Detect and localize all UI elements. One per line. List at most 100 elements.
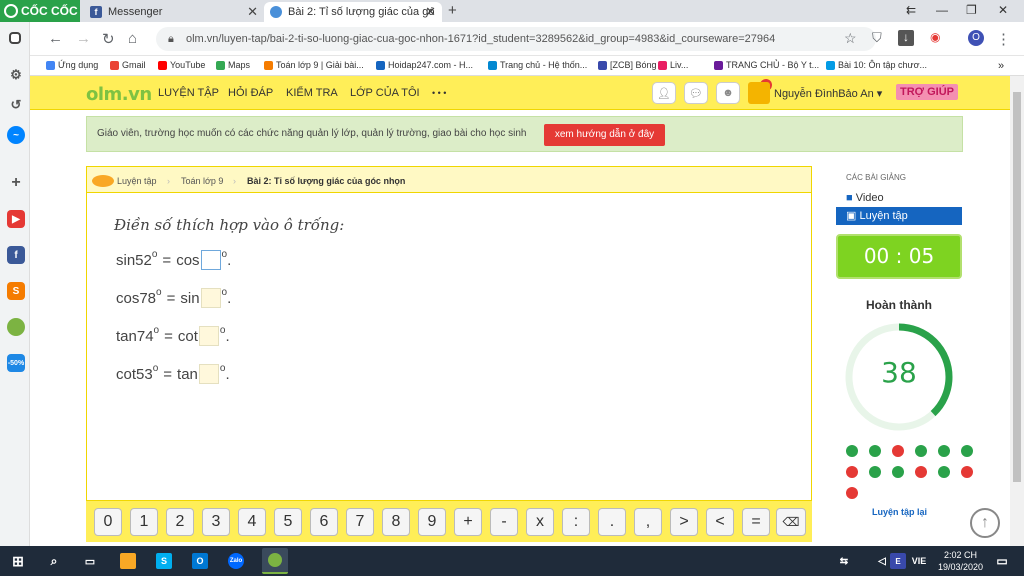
action-center-icon[interactable]: ▭ [994,553,1010,569]
youtube-icon[interactable]: ▶ [7,210,25,228]
bookmark-bo-y-te[interactable]: TRANG CHỦ - Bộ Y t... [714,60,819,70]
result-dot-green[interactable] [869,445,881,457]
result-dot-green[interactable] [869,466,881,478]
bookmark-on-tap[interactable]: Bài 10: Ôn tập chươ... [826,60,927,70]
retry-link[interactable]: Luyện tập lại [872,507,927,517]
key-3[interactable]: 3 [202,508,230,536]
key-plus[interactable]: + [454,508,482,536]
chat-icon[interactable]: 💬︎ [684,82,708,104]
lesson-video[interactable]: ■ Video [836,189,962,207]
download-icon[interactable]: ↓ [898,30,914,46]
bookmark-trang-chu[interactable]: Trang chủ - Hệ thốn... [488,60,587,70]
bookmark-apps[interactable]: Ứng dụng [46,60,98,70]
notification-icon[interactable]: ☻ [716,82,740,104]
lesson-luyen-tap[interactable]: ▣ Luyện tập [836,207,962,225]
key-equals[interactable]: = [742,508,770,536]
bookmark-maps[interactable]: Maps [216,60,250,70]
outlook-icon[interactable]: O [192,553,208,569]
key-1[interactable]: 1 [130,508,158,536]
key-minus[interactable]: - [490,508,518,536]
guide-button[interactable]: xem hướng dẫn ở đây [544,124,665,146]
zalo-icon[interactable]: Zalo [228,553,244,569]
answer-input[interactable] [200,250,221,270]
result-dot-red[interactable] [892,445,904,457]
bookmark-live[interactable]: Liv... [658,60,688,70]
history-icon[interactable]: ↺ [7,96,25,114]
reload-icon[interactable]: ↻ [102,30,115,48]
url-input[interactable]: 🔒︎ olm.vn/luyen-tap/bai-2-ti-so-luong-gi… [156,27,876,51]
tab-search-icon[interactable]: ⇇ [906,3,916,17]
result-dot-red[interactable] [846,466,858,478]
answer-input[interactable] [200,288,221,308]
result-dot-green[interactable] [961,445,973,457]
restore-icon[interactable]: ❐ [966,3,977,17]
bookmark-star-icon[interactable]: ☆ [844,30,857,47]
menu-hoi-dap[interactable]: HỎI ĐÁP [228,87,273,99]
site-logo[interactable]: olm.vn [86,84,152,105]
menu-more[interactable]: • • • [432,88,446,98]
result-dot-red[interactable] [961,466,973,478]
network-icon[interactable]: ⇆ [836,553,852,569]
result-dot-green[interactable] [938,466,950,478]
minimize-icon[interactable]: — [936,3,948,17]
key-4[interactable]: 4 [238,508,266,536]
key-divide[interactable]: : [562,508,590,536]
key-less[interactable]: < [706,508,734,536]
messenger-icon[interactable]: ~ [7,126,25,144]
user-avatar[interactable] [748,82,770,104]
windows-start-icon[interactable]: ⊞ [10,553,26,569]
bookmark-toan-lop-9[interactable]: Toán lớp 9 | Giải bài... [264,60,364,70]
answer-input[interactable] [198,364,219,384]
breadcrumb-toan-lop-9[interactable]: Toán lớp 9 [181,176,223,186]
volume-icon[interactable]: ◁ [874,553,890,569]
coccoc-menu-button[interactable]: CỐC CỐC [0,0,80,22]
result-dot-green[interactable] [915,445,927,457]
help-button[interactable]: TRỢ GIÚP [896,84,958,100]
close-tab-icon[interactable]: ✕ [247,4,258,20]
result-dot-green[interactable] [892,466,904,478]
scroll-top-icon[interactable]: ↑ [970,508,1000,538]
key-multiply[interactable]: x [526,508,554,536]
home-icon[interactable]: ⌂ [128,30,137,47]
tiki-icon[interactable]: -50% [7,354,25,372]
sidebar-toggle-icon[interactable] [9,32,21,44]
add-friend-icon[interactable]: 👤︎ [652,82,676,104]
task-view-icon[interactable]: ▭ [82,553,98,569]
menu-luyen-tap[interactable]: LUYỆN TẬP [158,87,219,99]
add-icon[interactable]: + [7,174,25,192]
facebook-icon[interactable]: f [7,246,25,264]
forward-icon[interactable]: → [76,30,91,47]
language-indicator[interactable]: VIE [908,553,930,569]
shopee-icon[interactable]: S [7,282,25,300]
coccoc-extension-icon[interactable] [7,318,25,336]
bookmark-zcb[interactable]: [ZCB] Bóng [598,60,657,70]
scrollbar-thumb[interactable] [1013,92,1021,482]
key-greater[interactable]: > [670,508,698,536]
settings-icon[interactable]: ⚙ [7,66,25,84]
key-2[interactable]: 2 [166,508,194,536]
key-comma[interactable]: , [634,508,662,536]
new-tab-icon[interactable]: + [448,2,457,19]
bookmark-hoidap247[interactable]: Hoidap247.com - H... [376,60,473,70]
result-dot-red[interactable] [915,466,927,478]
file-explorer-icon[interactable] [120,553,136,569]
menu-lop-cua-toi[interactable]: LỚP CỦA TÔI [350,87,420,99]
menu-icon[interactable]: ⋮ [996,30,1011,48]
key-6[interactable]: 6 [310,508,338,536]
key-0[interactable]: 0 [94,508,122,536]
shield-icon[interactable]: ⛉ [872,30,882,46]
page-scrollbar[interactable] [1010,76,1024,546]
menu-kiem-tra[interactable]: KIỂM TRA [286,87,338,99]
result-dot-green[interactable] [938,445,950,457]
username-menu[interactable]: Nguyễn ĐìnhBảo An ▾ [774,87,882,100]
key-5[interactable]: 5 [274,508,302,536]
answer-input[interactable] [198,326,219,346]
ime-icon[interactable]: E [890,553,906,569]
back-icon[interactable]: ← [48,30,63,47]
profile-avatar[interactable]: O [968,30,984,46]
backspace-icon[interactable]: ⌫ [776,508,806,536]
close-tab-icon[interactable]: ✕ [425,4,436,20]
key-7[interactable]: 7 [346,508,374,536]
bookmarks-overflow-icon[interactable]: » [998,60,1004,72]
key-8[interactable]: 8 [382,508,410,536]
